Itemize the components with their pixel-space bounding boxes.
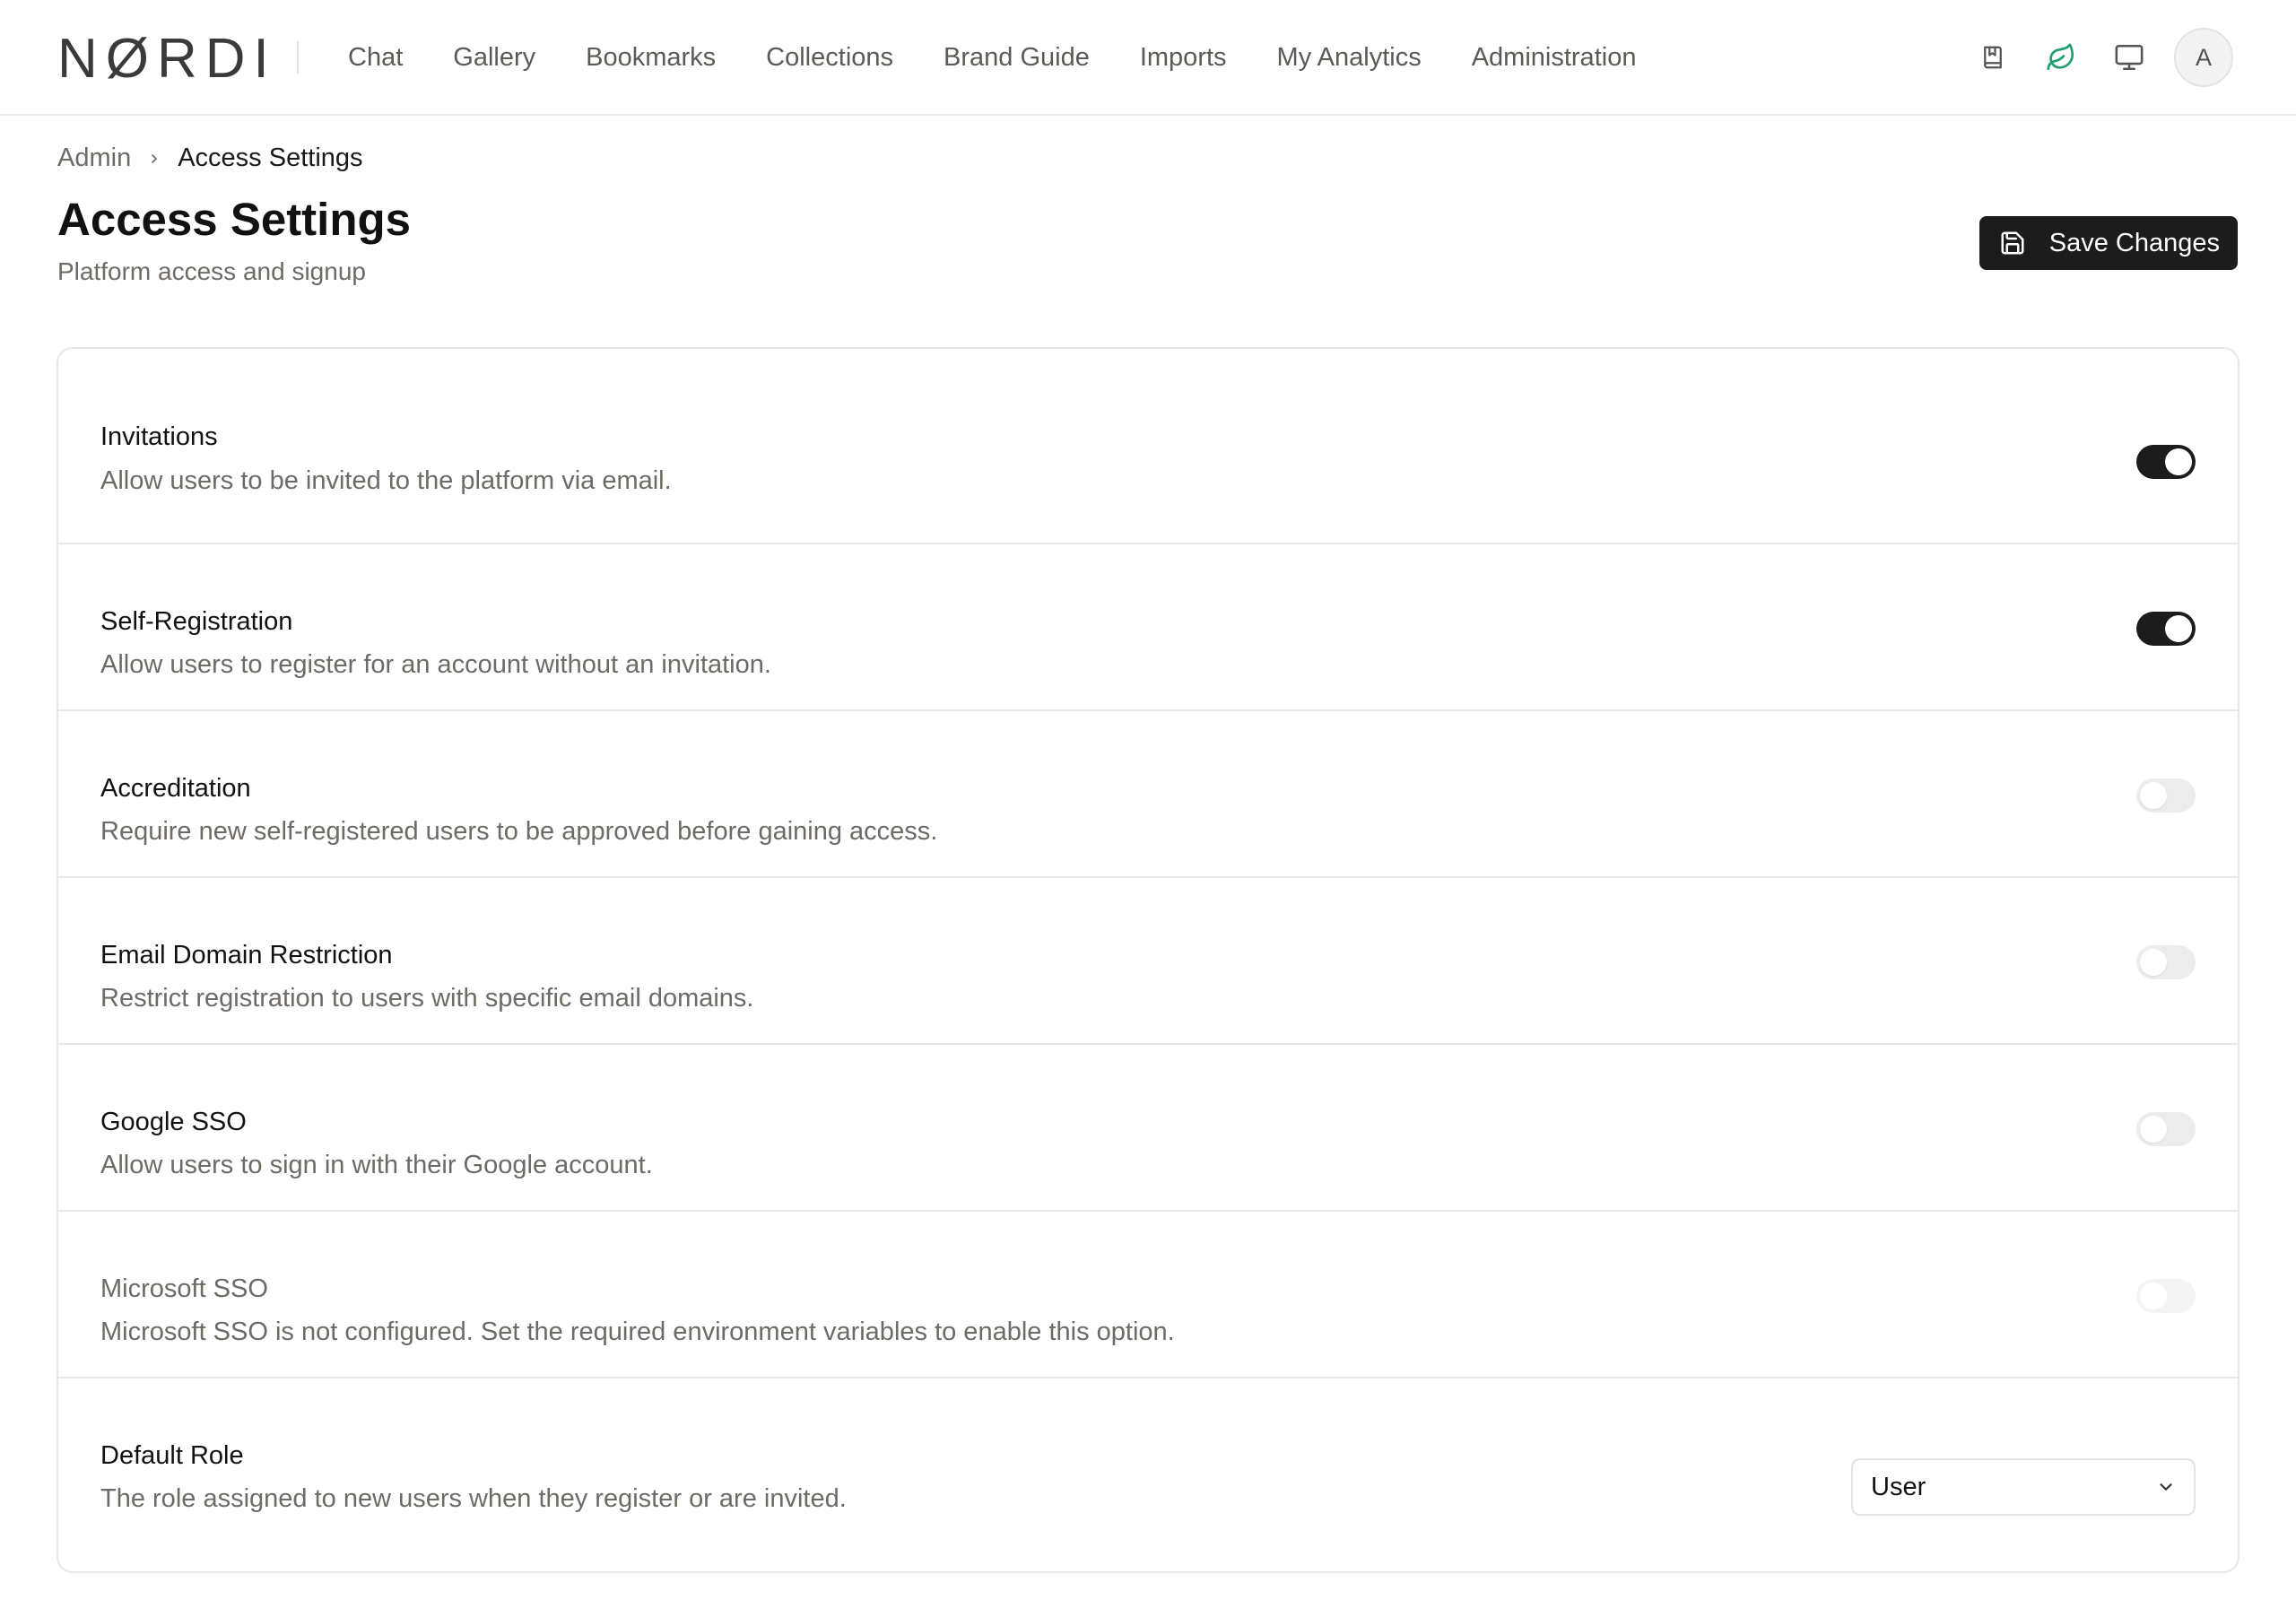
setting-row-accreditation: Accreditation Require new self-registere… (58, 711, 2238, 878)
self-registration-toggle[interactable] (2136, 612, 2196, 646)
page-subtitle: Platform access and signup (57, 257, 366, 285)
main-nav: Chat Gallery Bookmarks Collections Brand… (348, 0, 1686, 115)
google-sso-toggle[interactable] (2136, 1112, 2196, 1146)
toggle-knob (2140, 1116, 2167, 1143)
save-changes-label: Save Changes (2048, 228, 2220, 257)
microsoft-sso-toggle (2136, 1279, 2196, 1313)
bookmark-book-icon[interactable] (1971, 36, 2014, 79)
setting-row-default-role: Default Role The role assigned to new us… (58, 1378, 2238, 1571)
setting-description: Allow users to be invited to the platfor… (100, 466, 672, 495)
setting-title: Accreditation (100, 774, 251, 803)
setting-description: Allow users to register for an account w… (100, 650, 771, 679)
nav-link-collections[interactable]: Collections (766, 43, 893, 73)
invitations-toggle[interactable] (2136, 445, 2196, 479)
setting-row-microsoft-sso: Microsoft SSO Microsoft SSO is not confi… (58, 1212, 2238, 1378)
setting-title: Microsoft SSO (100, 1274, 268, 1303)
nav-link-administration[interactable]: Administration (1472, 43, 1637, 73)
top-navigation-bar: NØRDI Chat Gallery Bookmarks Collections… (0, 0, 2296, 116)
nav-link-my-analytics[interactable]: My Analytics (1277, 43, 1422, 73)
email-domain-restriction-toggle[interactable] (2136, 945, 2196, 979)
toggle-knob (2165, 615, 2192, 642)
setting-title: Invitations (100, 422, 218, 451)
accreditation-toggle[interactable] (2136, 778, 2196, 813)
default-role-select[interactable]: User (1851, 1458, 2196, 1516)
setting-description: Restrict registration to users with spec… (100, 984, 754, 1013)
toggle-knob (2140, 1283, 2167, 1309)
setting-title: Default Role (100, 1441, 244, 1470)
toggle-knob (2140, 782, 2167, 809)
save-changes-button[interactable]: Save Changes (1979, 216, 2238, 270)
nav-link-bookmarks[interactable]: Bookmarks (586, 43, 716, 73)
toggle-knob (2140, 949, 2167, 976)
monitor-icon[interactable] (2108, 36, 2151, 79)
setting-title: Self-Registration (100, 607, 293, 636)
setting-row-email-domain-restriction: Email Domain Restriction Restrict regist… (58, 878, 2238, 1045)
breadcrumb: Admin Access Settings (57, 143, 363, 173)
chevron-right-icon (147, 150, 161, 168)
setting-description: The role assigned to new users when they… (100, 1484, 847, 1513)
nav-link-gallery[interactable]: Gallery (453, 43, 535, 73)
setting-row-google-sso: Google SSO Allow users to sign in with t… (58, 1045, 2238, 1212)
logo-divider (297, 41, 299, 74)
user-avatar[interactable]: A (2174, 28, 2233, 87)
toggle-knob (2165, 448, 2192, 475)
setting-title: Google SSO (100, 1108, 247, 1136)
breadcrumb-admin-link[interactable]: Admin (57, 143, 131, 173)
page-title: Access Settings (57, 194, 412, 245)
save-icon (1999, 230, 2026, 257)
nav-link-brand-guide[interactable]: Brand Guide (944, 43, 1090, 73)
nav-icon-group: A (1946, 27, 2233, 88)
setting-row-invitations: Invitations Allow users to be invited to… (58, 349, 2238, 544)
default-role-value: User (1871, 1472, 1926, 1501)
setting-description: Microsoft SSO is not configured. Set the… (100, 1317, 1175, 1346)
nav-link-chat[interactable]: Chat (348, 43, 403, 73)
leaf-icon[interactable] (2039, 36, 2083, 79)
setting-row-self-registration: Self-Registration Allow users to registe… (58, 544, 2238, 711)
nav-link-imports[interactable]: Imports (1140, 43, 1227, 73)
brand-logo[interactable]: NØRDI (57, 31, 277, 87)
setting-title: Email Domain Restriction (100, 941, 393, 970)
setting-description: Require new self-registered users to be … (100, 817, 938, 846)
setting-description: Allow users to sign in with their Google… (100, 1151, 653, 1179)
breadcrumb-current: Access Settings (178, 143, 363, 172)
chevron-down-icon (2156, 1477, 2176, 1497)
access-settings-card: Invitations Allow users to be invited to… (57, 347, 2239, 1573)
